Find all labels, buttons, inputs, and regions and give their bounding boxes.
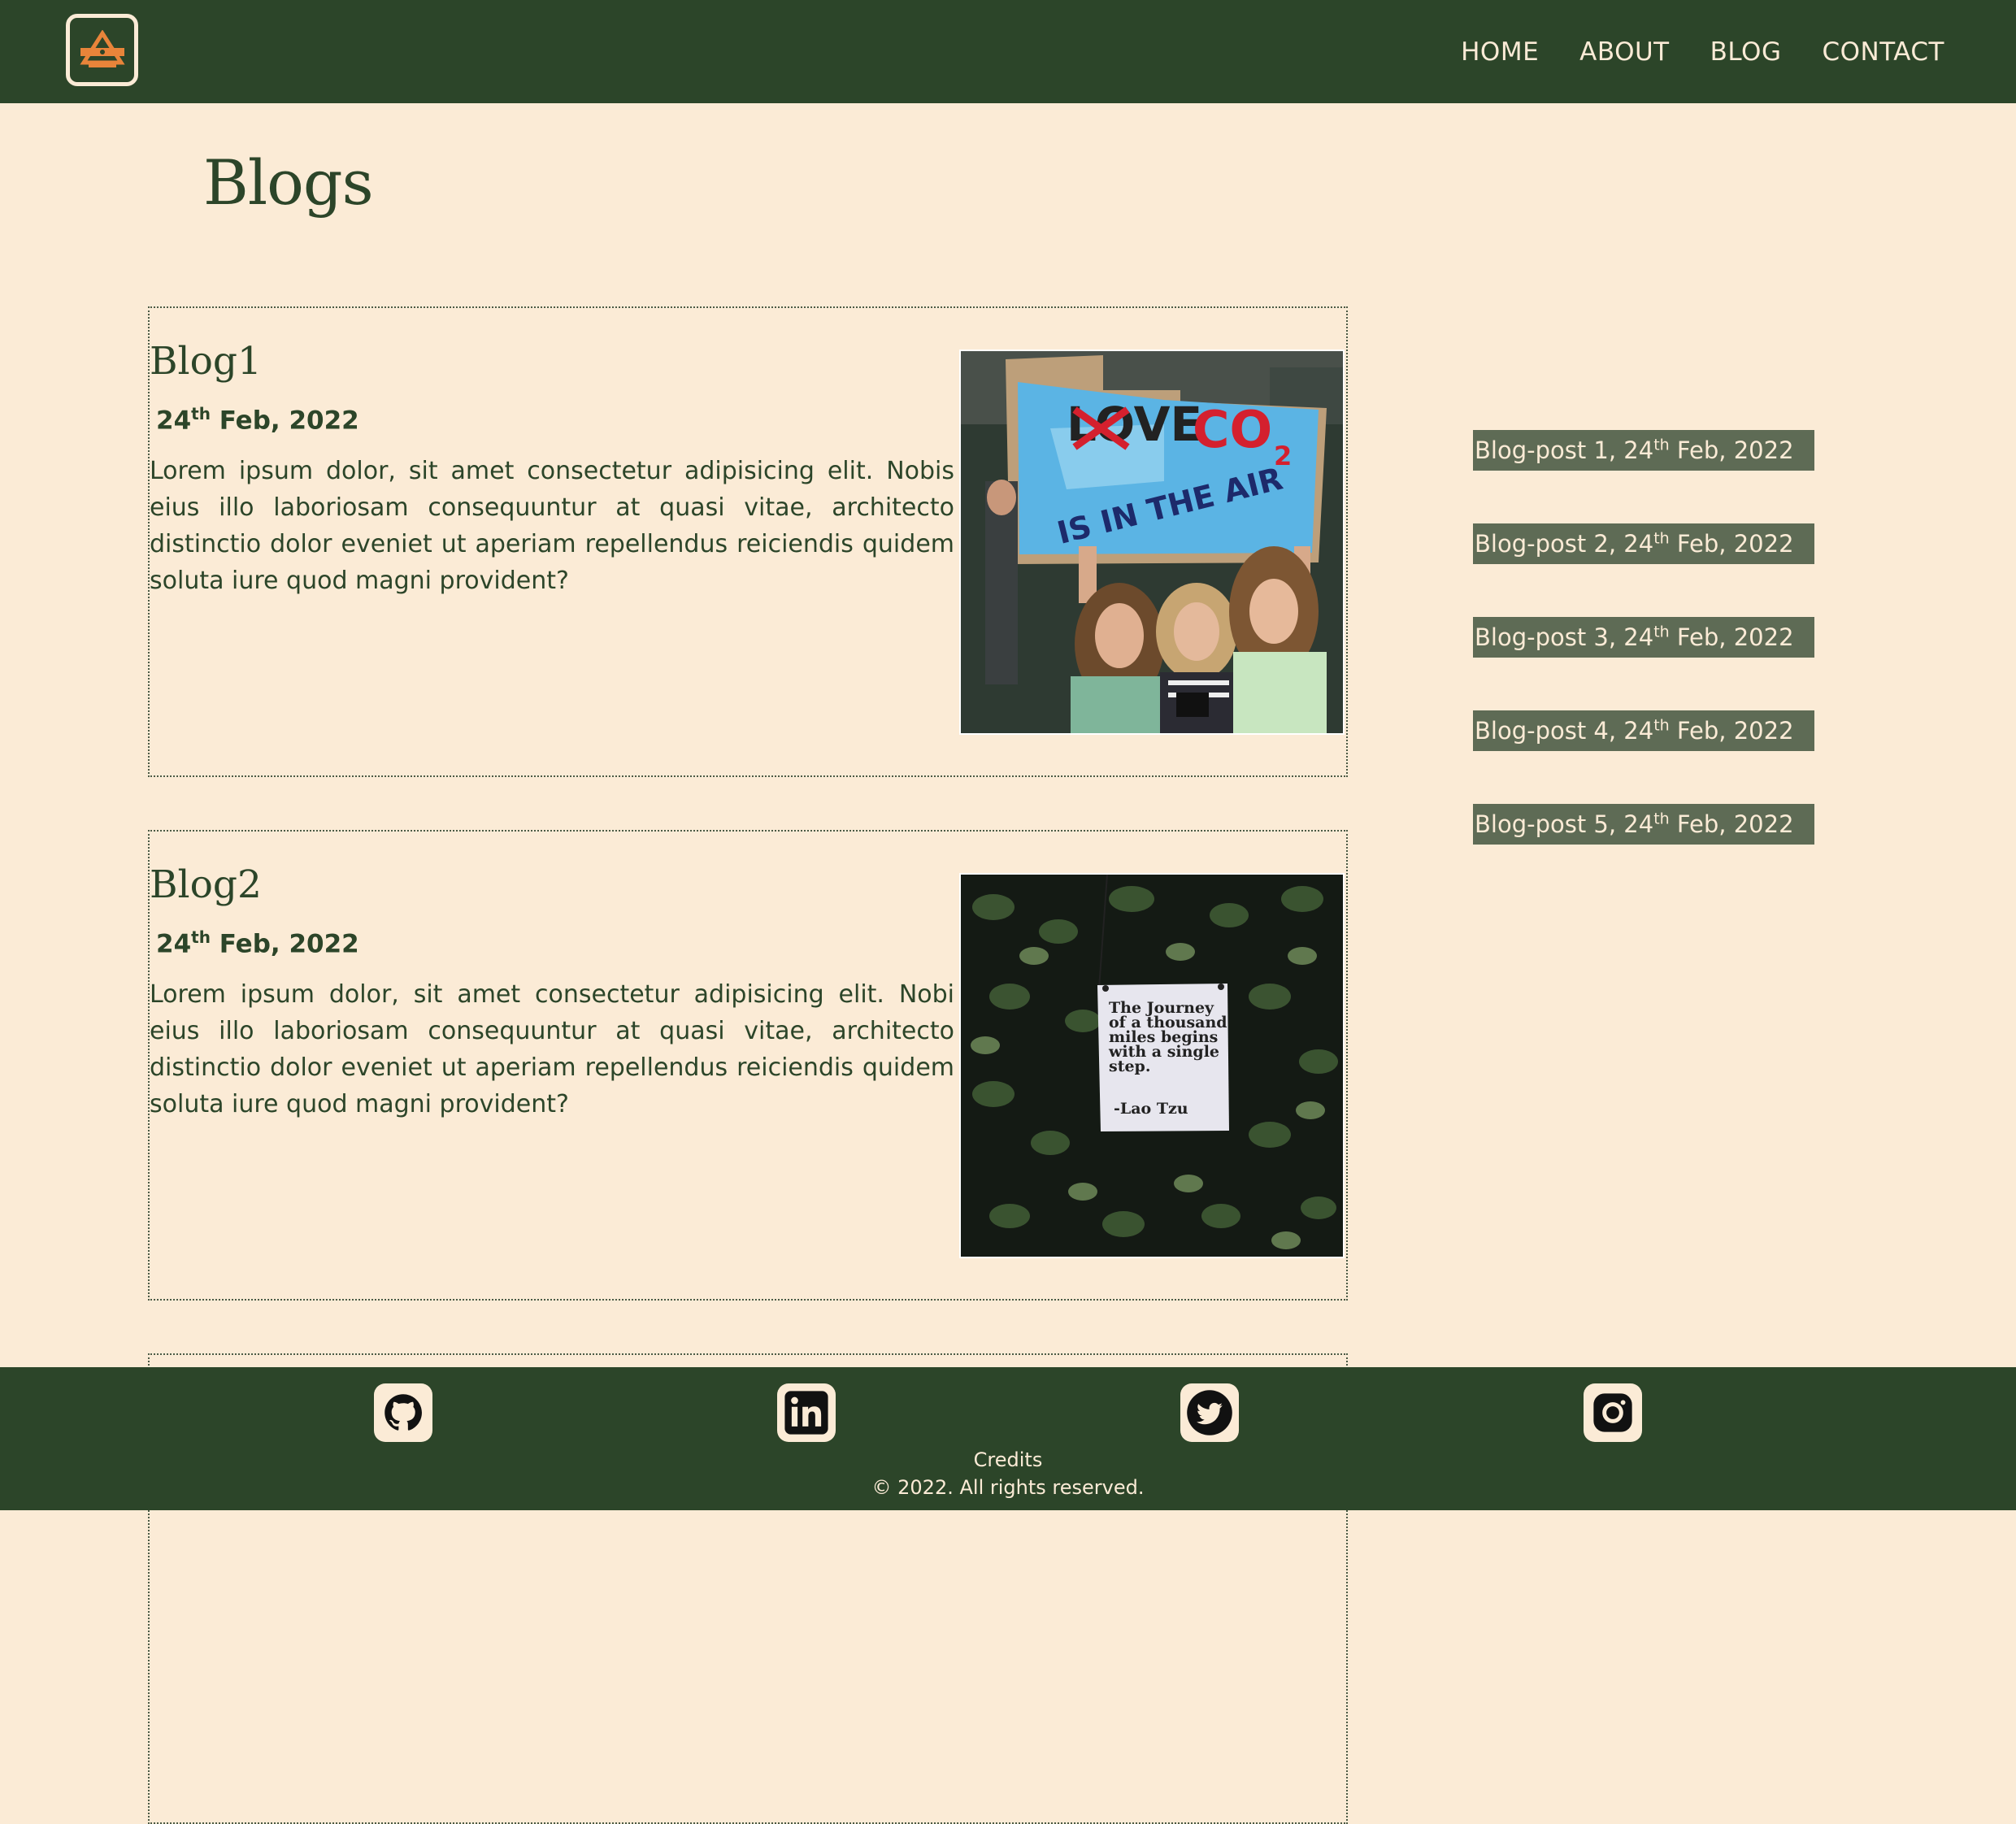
blog-card-2: Blog2 24th Feb, 2022 Lorem ipsum dolor, … xyxy=(148,830,1348,1301)
blog-date: 24th Feb, 2022 xyxy=(156,404,359,436)
navbar: HOME ABOUT BLOG CONTACT xyxy=(0,0,2016,103)
sidebar-link-blog-post-3[interactable]: Blog-post 3, 24th Feb, 2022 xyxy=(1473,617,1814,658)
nav-contact-link[interactable]: CONTACT xyxy=(1822,37,1944,67)
twitter-link[interactable] xyxy=(1180,1383,1239,1442)
blog-date: 24th Feb, 2022 xyxy=(156,927,359,959)
linkedin-icon xyxy=(784,1391,828,1435)
copyright-text: © 2022. All rights reserved. xyxy=(871,1476,1145,1499)
page-title: Blogs xyxy=(203,146,374,219)
sign-text-co: CO xyxy=(1193,400,1272,459)
sign-text-love: LOVE xyxy=(1067,397,1202,452)
footer: Credits © 2022. All rights reserved. xyxy=(0,1367,2016,1510)
github-link[interactable] xyxy=(374,1383,432,1442)
credits-link[interactable]: Credits xyxy=(0,1448,2016,1471)
nav-blog-link[interactable]: BLOG xyxy=(1710,37,1782,67)
quote-on-leaves-photo: The Journey of a thousand miles begins w… xyxy=(961,875,1343,1257)
blog-title[interactable]: Blog1 xyxy=(150,339,262,384)
sidebar-link-blog-post-5[interactable]: Blog-post 5, 24th Feb, 2022 xyxy=(1473,804,1814,845)
sidebar-link-blog-post-4[interactable]: Blog-post 4, 24th Feb, 2022 xyxy=(1473,710,1814,751)
github-icon xyxy=(385,1394,422,1431)
blog-excerpt: Lorem ipsum dolor, sit amet consectetur … xyxy=(150,457,954,595)
blog-card-1: Blog1 24th Feb, 2022 Lorem ipsum dolor, … xyxy=(148,306,1348,777)
logo-icon xyxy=(79,29,125,67)
nav-menu: HOME ABOUT BLOG CONTACT xyxy=(1461,0,1944,103)
blog-excerpt: Lorem ipsum dolor, sit amet consectetur … xyxy=(150,980,954,1118)
nav-home-link[interactable]: HOME xyxy=(1461,37,1539,67)
site-logo[interactable] xyxy=(66,14,138,86)
instagram-link[interactable] xyxy=(1584,1383,1642,1442)
sidebar-link-blog-post-2[interactable]: Blog-post 2, 24th Feb, 2022 xyxy=(1473,523,1814,564)
blog-image-lao-tzu-quote[interactable]: The Journey of a thousand miles begins w… xyxy=(959,873,1345,1258)
linkedin-link[interactable] xyxy=(777,1383,836,1442)
twitter-icon xyxy=(1187,1390,1232,1435)
nav-about-link[interactable]: ABOUT xyxy=(1579,37,1669,67)
blog-image-climate-protest[interactable]: LOVE CO 2 IS IN THE AIR xyxy=(959,350,1345,735)
blog-title[interactable]: Blog2 xyxy=(150,862,262,907)
instagram-icon xyxy=(1593,1393,1632,1432)
climate-protest-photo: LOVE CO 2 IS IN THE AIR xyxy=(961,351,1343,733)
sidebar-link-blog-post-1[interactable]: Blog-post 1, 24th Feb, 2022 xyxy=(1473,430,1814,471)
blog-post-sidebar: Blog-post 1, 24th Feb, 2022 Blog-post 2,… xyxy=(1473,430,1814,897)
